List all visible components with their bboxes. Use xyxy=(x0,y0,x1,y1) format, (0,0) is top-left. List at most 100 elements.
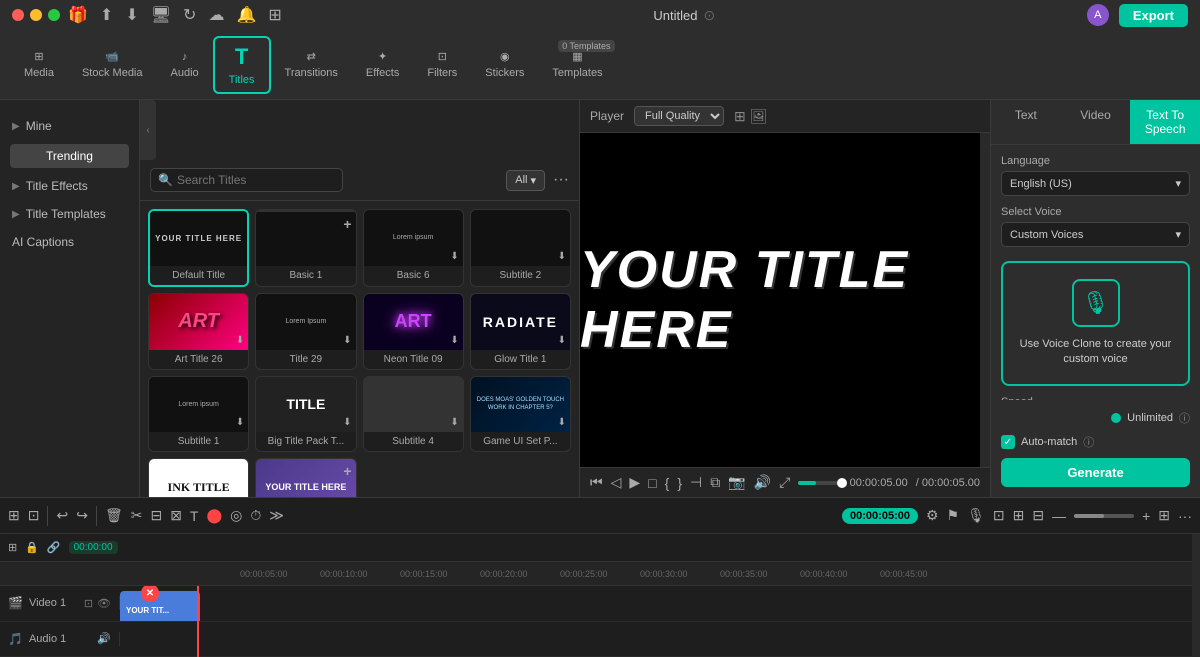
title-card-bigtitle[interactable]: TITLE ⬇ Big Title Pack T... xyxy=(255,376,356,453)
camera-icon[interactable]: 📷 xyxy=(728,474,745,491)
all-filter-button[interactable]: All ▾ xyxy=(506,170,545,191)
tab-text[interactable]: Text xyxy=(991,100,1061,144)
detach-icon[interactable]: ⊠ xyxy=(170,507,182,524)
search-input[interactable] xyxy=(150,168,343,192)
voice-dropdown[interactable]: Custom Voices ▾ xyxy=(1001,222,1190,247)
title-card-subtitle4[interactable]: ⬇ Subtitle 4 xyxy=(363,376,464,453)
cut-icon[interactable]: ✂ xyxy=(131,507,143,524)
export-button[interactable]: Export xyxy=(1119,4,1188,27)
title-card-title29[interactable]: Lorem Ipsum ⬇ Title 29 xyxy=(255,293,356,370)
lock-icon[interactable]: 🔒 xyxy=(25,541,39,554)
crop-icon[interactable]: ⊟ xyxy=(150,507,162,524)
speed-tool-icon[interactable]: ⏱ xyxy=(250,507,261,524)
timeline-scrollbar[interactable] xyxy=(1192,534,1200,657)
auto-match-checkbox[interactable]: ✓ xyxy=(1001,435,1015,449)
tab-video[interactable]: Video xyxy=(1061,100,1131,144)
title-card-yourtitle[interactable]: YOUR TITLE HERE ⬇ + xyxy=(255,458,356,497)
quality-select[interactable]: Full Quality xyxy=(634,106,724,126)
fullscreen-icon[interactable]: ⤢ xyxy=(779,474,790,491)
record-icon[interactable]: ⬤ xyxy=(206,507,222,524)
generate-button[interactable]: Generate xyxy=(1001,458,1190,487)
screen-icon[interactable]: ⧉ xyxy=(710,474,720,491)
trending-button[interactable]: Trending xyxy=(10,144,129,168)
bracket-left-icon[interactable]: { xyxy=(665,475,670,491)
frame-back-icon[interactable]: ◁ xyxy=(611,474,622,491)
zoom-slider[interactable] xyxy=(1074,514,1134,518)
toolbar-item-titles[interactable]: T Titles xyxy=(213,36,271,94)
flag-icon[interactable]: ⚑ xyxy=(947,507,960,524)
bracket-right-icon[interactable]: } xyxy=(677,475,682,491)
mic-icon[interactable]: 🎙 xyxy=(967,507,985,524)
more-options-icon[interactable]: ··· xyxy=(553,171,569,189)
volume-icon[interactable]: 🔊 xyxy=(754,474,771,491)
minimize-button[interactable] xyxy=(30,9,42,21)
stop-icon[interactable]: □ xyxy=(648,475,656,491)
video-clip-title[interactable]: YOUR TIT... xyxy=(120,591,200,621)
subtitle-icon[interactable]: ⊞ xyxy=(1013,507,1025,524)
tab-tts[interactable]: Text To Speech xyxy=(1130,100,1200,144)
sidebar-item-title-effects[interactable]: ▶ Title Effects xyxy=(0,172,139,200)
link-icon[interactable]: 🔗 xyxy=(47,541,61,554)
share-icon[interactable]: ⬆ xyxy=(100,5,113,25)
sidebar-item-ai-captions[interactable]: AI Captions xyxy=(0,228,139,256)
mask-icon[interactable]: ◎ xyxy=(230,507,242,524)
close-button[interactable] xyxy=(12,9,24,21)
maximize-button[interactable] xyxy=(48,9,60,21)
download-icon[interactable]: ⬇ xyxy=(125,5,138,25)
collapse-button[interactable]: ‹ xyxy=(140,100,156,160)
trash-icon[interactable]: 🗑 xyxy=(105,507,123,524)
title-card-subtitle1[interactable]: Lorem ipsum ⬇ Subtitle 1 xyxy=(148,376,249,453)
toolbar-item-templates[interactable]: ▦ Templates 0 Templates xyxy=(538,44,616,85)
preview-side-scrollbar[interactable] xyxy=(980,133,990,467)
image-icon[interactable]: 🖼 xyxy=(750,108,768,125)
voiceover-icon[interactable]: ⊟ xyxy=(1032,507,1044,524)
more-icon[interactable]: ··· xyxy=(1178,508,1192,524)
sidebar-item-mine[interactable]: ▶ Mine xyxy=(0,112,139,140)
title-card-basic1[interactable]: + Basic 1 xyxy=(255,209,356,287)
language-dropdown[interactable]: English (US) ▾ xyxy=(1001,171,1190,196)
title-card-default[interactable]: YOUR TITLE HERE Default Title xyxy=(148,209,249,287)
device-icon[interactable]: 🖥 xyxy=(151,5,171,25)
more-tools-icon[interactable]: ≫ xyxy=(269,507,284,524)
title-card-gameui[interactable]: DOES MOAS' GOLDEN TOUCH WORK IN CHAPTER … xyxy=(470,376,571,453)
title-card-subtitle2[interactable]: ⬇ Subtitle 2 xyxy=(470,209,571,287)
title-card-ink[interactable]: INK TITLE ⬇ xyxy=(148,458,249,497)
skip-back-icon[interactable]: ⏮ xyxy=(590,474,603,491)
video-track-eye-icon[interactable]: 👁 xyxy=(97,597,111,610)
toolbar-item-stickers[interactable]: ◉ Stickers xyxy=(471,44,538,85)
captions-icon[interactable]: ⊡ xyxy=(993,507,1005,524)
split-icon[interactable]: ⊣ xyxy=(690,474,702,491)
cloud-icon[interactable]: ☁ xyxy=(208,5,224,25)
text-icon[interactable]: T xyxy=(190,508,199,524)
bell-icon[interactable]: 🔔 xyxy=(236,5,256,25)
toolbar-item-stock[interactable]: 📹 Stock Media xyxy=(68,44,157,85)
refresh-icon[interactable]: ↻ xyxy=(183,5,196,25)
toolbar-item-effects[interactable]: ✦ Effects xyxy=(352,44,413,85)
avatar-icon[interactable]: A xyxy=(1087,4,1109,26)
video-track-record-icon[interactable]: ⊡ xyxy=(84,597,93,610)
toolbar-item-transitions[interactable]: ⇄ Transitions xyxy=(271,44,352,85)
toolbar-item-filters[interactable]: ⊡ Filters xyxy=(413,44,471,85)
split-icon-mini[interactable]: ⊞ xyxy=(8,541,17,554)
layout-icon[interactable]: ⊞ xyxy=(1158,507,1170,524)
zoom-out-icon[interactable]: — xyxy=(1052,508,1066,524)
play-icon[interactable]: ▶ xyxy=(629,474,640,491)
title-card-art26[interactable]: ART ⬇ Art Title 26 xyxy=(148,293,249,370)
redo-icon[interactable]: ↪ xyxy=(76,507,88,524)
toolbar-item-media[interactable]: ⊞ Media xyxy=(10,44,68,85)
settings-icon[interactable]: ⚙ xyxy=(926,507,939,524)
grid-icon[interactable]: ⊞ xyxy=(268,5,281,25)
zoom-in-icon[interactable]: + xyxy=(1142,508,1150,524)
audio-track-vol-icon[interactable]: 🔊 xyxy=(97,632,111,645)
toolbar-item-audio[interactable]: ♪ Audio xyxy=(157,45,213,85)
sidebar-item-title-templates[interactable]: ▶ Title Templates xyxy=(0,200,139,228)
magnet-icon[interactable]: ⊡ xyxy=(28,507,40,524)
title-card-basic6[interactable]: Lorem ipsum ⬇ Basic 6 xyxy=(363,209,464,287)
preview-timeline-bar[interactable] xyxy=(798,481,841,485)
split-tool-icon[interactable]: ⊞ xyxy=(8,507,20,524)
title-card-neon09[interactable]: ART ⬇ Neon Title 09 xyxy=(363,293,464,370)
undo-icon[interactable]: ↩ xyxy=(56,507,68,524)
grid-view-icon[interactable]: ⊞ xyxy=(734,108,746,125)
gift-icon[interactable]: 🎁 xyxy=(68,5,88,25)
title-card-glow1[interactable]: RADIATE ⬇ Glow Title 1 xyxy=(470,293,571,370)
